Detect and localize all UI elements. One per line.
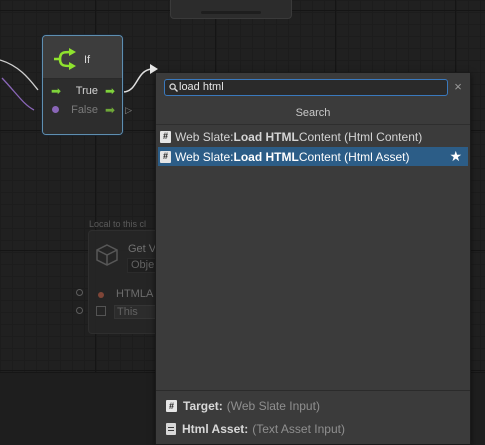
port-label-false: False xyxy=(71,104,98,116)
input-port-ring-icon[interactable] xyxy=(76,289,83,296)
detail-row-html-asset: Html Asset: (Text Asset Input) xyxy=(166,421,345,437)
detail-value: (Text Asset Input) xyxy=(252,422,345,436)
hash-icon: # xyxy=(160,130,171,143)
hash-icon: # xyxy=(160,150,171,163)
port-label: HTMLA xyxy=(116,288,154,300)
port-label-true: True xyxy=(75,85,98,97)
node-caption: Local to this cl xyxy=(89,219,147,229)
node-title: Get V xyxy=(128,243,157,255)
output-triangle-icon: ▷ xyxy=(125,104,132,115)
result-suffix: Content (Html Content) xyxy=(298,129,423,144)
cube-icon xyxy=(96,244,118,266)
result-suffix: Content (Html Asset) xyxy=(298,149,410,164)
search-input[interactable] xyxy=(179,80,439,95)
partial-node-top[interactable] xyxy=(170,0,292,19)
if-node-header[interactable]: If xyxy=(43,36,122,79)
search-field[interactable] xyxy=(164,79,448,96)
result-match: Load HTML xyxy=(233,129,299,144)
search-icon xyxy=(169,83,178,92)
this-field[interactable]: This xyxy=(114,305,160,319)
fuzzy-finder-panel: × Search # Web Slate: Load HTML Content … xyxy=(155,72,471,445)
port-dot-icon[interactable] xyxy=(98,292,104,298)
details-divider xyxy=(156,390,470,391)
control-output-true-icon[interactable]: ➡ xyxy=(105,84,115,98)
port-row-true: ➡ True ➡ xyxy=(43,82,122,100)
result-prefix: Web Slate: xyxy=(175,149,234,164)
if-node-title: If xyxy=(84,54,91,66)
detail-row-target: # Target: (Web Slate Input) xyxy=(166,398,320,414)
control-output-false-icon[interactable]: ➡ xyxy=(105,103,115,117)
result-item-selected[interactable]: # Web Slate: Load HTML Content (Html Ass… xyxy=(158,147,468,166)
detail-key: Target: xyxy=(183,399,223,413)
clear-search-button[interactable]: × xyxy=(451,78,465,95)
finder-header-title: Search xyxy=(295,107,331,119)
port-row-false: False ➡ ▷ xyxy=(43,101,132,119)
input-port-ring-icon[interactable] xyxy=(76,307,83,314)
favorite-star-icon[interactable]: ★ xyxy=(449,148,462,165)
partial-node-bar xyxy=(201,11,261,14)
result-item[interactable]: # Web Slate: Load HTML Content (Html Con… xyxy=(158,127,468,146)
if-node-body: ➡ True ➡ False ➡ ▷ xyxy=(43,79,132,134)
document-icon xyxy=(166,423,176,435)
small-cube-icon xyxy=(96,306,106,316)
result-match: Load HTML xyxy=(233,149,299,164)
branch-icon xyxy=(54,48,76,70)
result-prefix: Web Slate: xyxy=(175,129,234,144)
header-divider xyxy=(156,124,470,125)
if-node[interactable]: If ➡ True ➡ False ➡ ▷ xyxy=(42,35,132,135)
hash-icon: # xyxy=(166,400,177,412)
control-input-arrow-icon[interactable]: ➡ xyxy=(51,84,61,98)
value-input-dot-icon[interactable] xyxy=(52,106,59,113)
detail-value: (Web Slate Input) xyxy=(226,399,320,413)
detail-key: Html Asset: xyxy=(182,422,249,436)
